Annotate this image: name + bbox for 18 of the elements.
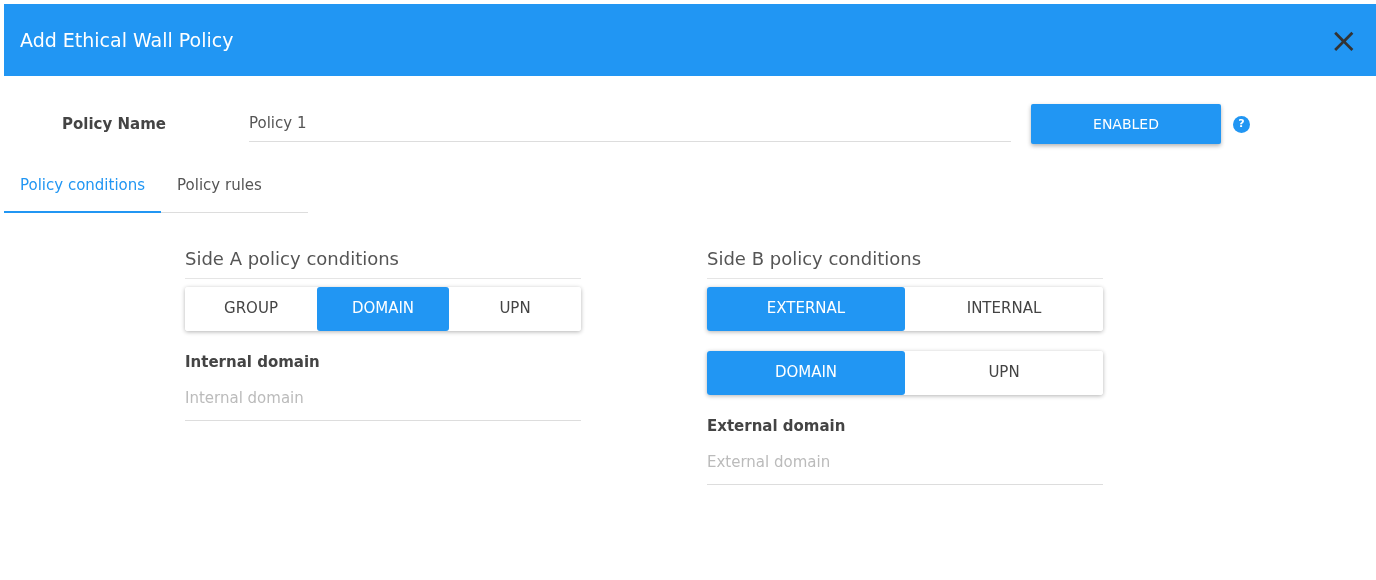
section-title: Side A policy conditions [185,244,581,279]
help-icon[interactable]: ? [1233,115,1250,133]
close-button[interactable]: × [1327,23,1360,57]
toggle-option[interactable]: GROUP [185,286,317,331]
tab[interactable]: Policy conditions [4,158,162,213]
toggle-option[interactable]: UPN [905,350,1103,395]
enabled-button[interactable]: ENABLED [1031,104,1221,144]
section-title: Side B policy conditions [707,244,1103,279]
toggle-option[interactable]: DOMAIN [317,286,449,331]
toggle-option[interactable]: INTERNAL [905,286,1103,331]
field-label: Policy Name [61,113,167,135]
tab[interactable]: Policy rules [161,158,278,213]
field-label: Internal domain [185,351,321,373]
toggle-option[interactable]: DOMAIN [707,350,905,395]
field-label: External domain [707,415,847,437]
toggle-option[interactable]: UPN [449,286,581,331]
toggle-option[interactable]: EXTERNAL [707,286,905,331]
dialog-title: Add Ethical Wall Policy [20,27,234,53]
